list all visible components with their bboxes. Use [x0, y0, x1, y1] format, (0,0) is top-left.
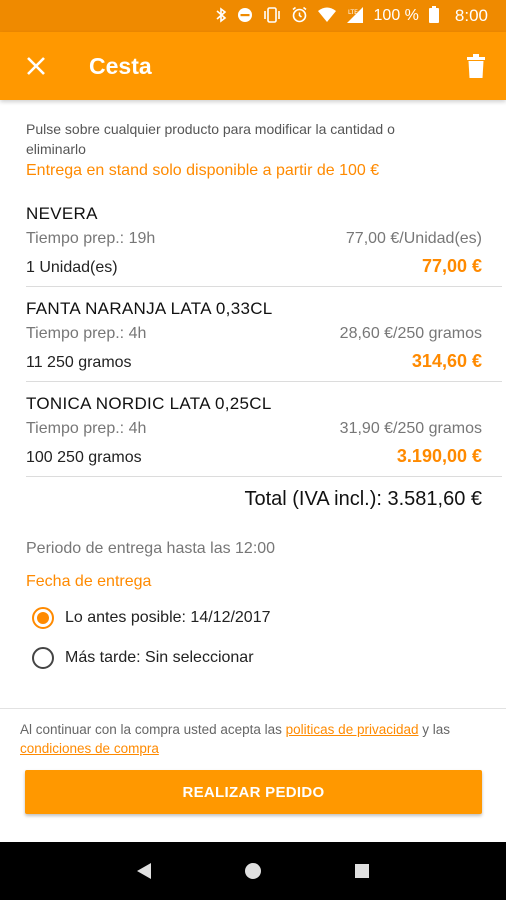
battery-percentage: 100 % — [373, 7, 419, 24]
unit-price: 28,60 €/250 gramos — [339, 325, 482, 342]
delivery-option-later[interactable]: Más tarde: Sin seleccionar — [32, 647, 254, 669]
delivery-date-label: Fecha de entrega — [26, 573, 152, 590]
place-order-button[interactable]: REALIZAR PEDIDO — [25, 770, 482, 814]
vibrate-icon — [263, 6, 281, 26]
product-name: FANTA NARANJA LATA 0,33CL — [26, 299, 273, 318]
quantity: 1 Unidad(es) — [26, 259, 118, 276]
cart-item-fanta[interactable]: FANTA NARANJA LATA 0,33CL Tiempo prep.: … — [26, 297, 482, 375]
delivery-option-asap[interactable]: Lo antes posible: 14/12/2017 — [32, 607, 271, 629]
recents-icon — [354, 864, 369, 878]
delete-cart-button[interactable] — [446, 32, 506, 100]
do-not-disturb-icon — [237, 7, 253, 26]
cart-hint: Pulse sobre cualquier producto para modi… — [26, 121, 395, 157]
stand-delivery-notice: Entrega en stand solo disponible a parti… — [26, 162, 380, 179]
wifi-icon — [317, 7, 336, 25]
bluetooth-icon — [215, 6, 227, 26]
line-price: 77,00 € — [421, 256, 482, 276]
back-button[interactable] — [124, 851, 164, 891]
app-bar: Cesta — [0, 32, 506, 100]
unit-price: 77,00 €/Unidad(es) — [345, 230, 482, 247]
home-icon — [244, 863, 261, 879]
status-bar: LTE 100 % 8:00 — [0, 0, 506, 32]
prep-time: Tiempo prep.: 4h — [26, 325, 147, 342]
product-name: NEVERA — [26, 204, 98, 223]
divider — [26, 286, 502, 287]
svg-text:LTE: LTE — [348, 9, 358, 16]
quantity: 100 250 gramos — [26, 449, 142, 466]
privacy-policy-link[interactable]: politicas de privacidad — [286, 722, 419, 737]
divider — [26, 476, 502, 477]
recents-button[interactable] — [342, 851, 382, 891]
quantity: 11 250 gramos — [26, 354, 132, 371]
cart-item-nevera[interactable]: NEVERA Tiempo prep.: 19h 77,00 €/Unidad(… — [26, 202, 482, 280]
trash-icon — [467, 54, 485, 78]
prep-time: Tiempo prep.: 19h — [26, 230, 156, 247]
page-title: Cesta — [89, 52, 152, 79]
close-icon — [27, 57, 45, 75]
battery-icon — [428, 6, 439, 26]
legal-prefix: Al continuar con la compra usted acepta … — [20, 722, 286, 737]
cart-item-tonica[interactable]: TONICA NORDIC LATA 0,25CL Tiempo prep.: … — [26, 392, 482, 470]
line-price: 3.190,00 € — [396, 446, 482, 466]
line-price: 314,60 € — [411, 351, 482, 371]
back-icon — [137, 863, 152, 879]
delivery-option-label: Más tarde: Sin seleccionar — [65, 649, 254, 666]
radio-selected[interactable] — [32, 607, 54, 629]
delivery-option-label: Lo antes posible: 14/12/2017 — [65, 609, 271, 626]
system-nav-bar — [0, 842, 506, 900]
legal-middle: y las — [418, 722, 450, 737]
purchase-conditions-link[interactable]: condiciones de compra — [20, 741, 159, 756]
home-button[interactable] — [233, 851, 273, 891]
clock: 8:00 — [454, 6, 488, 25]
delivery-period: Periodo de entrega hasta las 12:00 — [26, 540, 276, 557]
alarm-icon — [291, 6, 308, 26]
radio-unselected[interactable] — [32, 647, 54, 669]
prep-time: Tiempo prep.: 4h — [26, 420, 147, 437]
order-total: Total (IVA incl.): 3.581,60 € — [244, 488, 482, 510]
unit-price: 31,90 €/250 gramos — [339, 420, 482, 437]
close-button[interactable] — [0, 32, 72, 100]
product-name: TONICA NORDIC LATA 0,25CL — [26, 394, 272, 413]
lte-signal-icon: LTE — [346, 6, 364, 26]
legal-notice: Al continuar con la compra usted acepta … — [20, 720, 490, 758]
divider — [0, 708, 506, 709]
divider — [26, 381, 502, 382]
